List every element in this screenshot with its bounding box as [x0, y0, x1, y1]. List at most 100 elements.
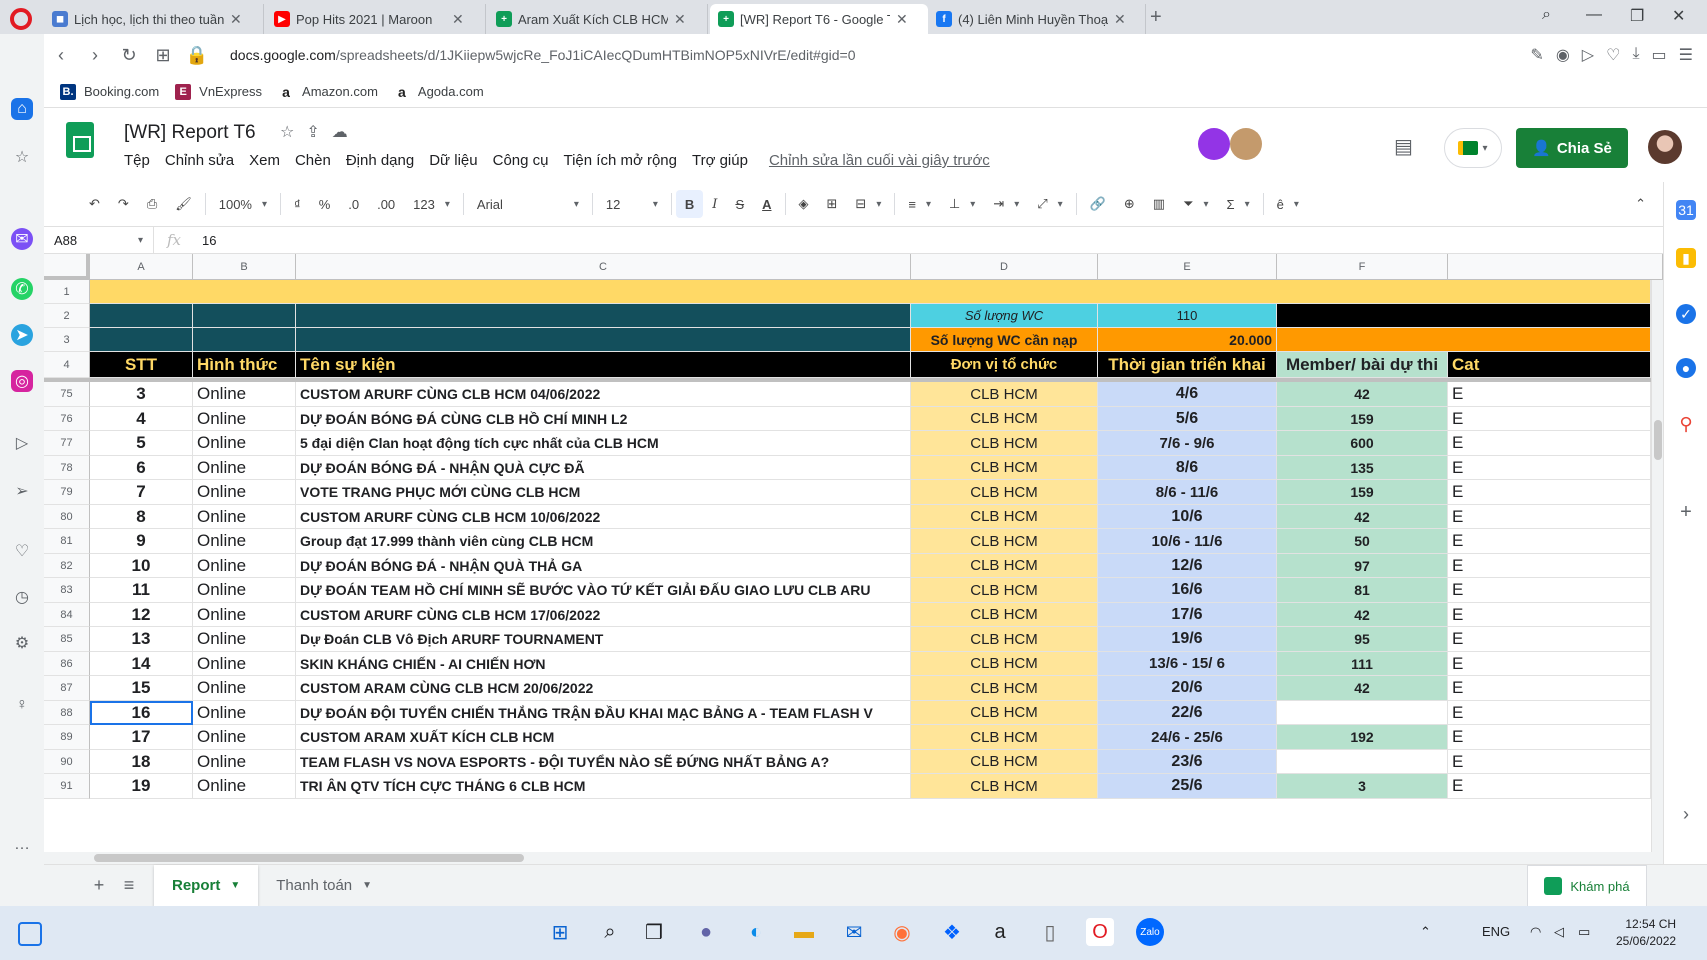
cloud-status-icon[interactable]: ☁ [332, 122, 348, 142]
vertical-scrollbar[interactable] [1651, 280, 1663, 852]
menu-item[interactable]: Dữ liệu [429, 152, 477, 169]
instagram-icon[interactable]: ◎ [11, 370, 33, 392]
collapse-toolbar-icon[interactable]: ⌃ [1626, 190, 1655, 218]
form-cell[interactable]: Online [193, 774, 296, 799]
category-cell[interactable]: E [1448, 676, 1651, 701]
cell[interactable] [1277, 304, 1651, 328]
row-header[interactable]: 4 [44, 352, 90, 378]
text-rotation-icon[interactable]: ⤢ [1028, 190, 1071, 218]
bookmark-item[interactable]: B. Booking.com [60, 83, 159, 100]
formula-input[interactable]: 16 [194, 233, 216, 248]
menu-item[interactable]: Công cụ [493, 152, 549, 169]
close-tab-icon[interactable]: ✕ [674, 11, 686, 28]
keep-icon[interactable]: ▮ [1676, 248, 1696, 268]
add-sheet-button[interactable]: + [84, 875, 114, 896]
member-cell[interactable]: 159 [1277, 480, 1448, 505]
row-header[interactable]: 84 [44, 603, 90, 627]
header-org[interactable]: Đơn vị tổ chức [911, 352, 1098, 378]
profile-avatar[interactable] [1648, 130, 1682, 164]
bookmark-item[interactable]: a Amazon.com [278, 83, 378, 100]
menu-item[interactable]: Trợ giúp [692, 152, 748, 169]
share-button[interactable]: 👤 Chia Sẻ [1516, 128, 1628, 168]
download-icon[interactable]: ⤓ [1632, 45, 1639, 65]
forward-icon[interactable]: › [78, 45, 112, 66]
back-icon[interactable]: ‹ [44, 45, 78, 66]
header-member[interactable]: Member/ bài dự thi [1277, 352, 1448, 378]
category-cell[interactable]: E [1448, 456, 1651, 480]
comment-history-icon[interactable]: ▤ [1394, 134, 1413, 159]
menu-item[interactable]: Tiện ích mở rộng [563, 152, 677, 169]
speed-dial-icon[interactable]: ☆ [11, 146, 33, 168]
row-header[interactable]: 83 [44, 578, 90, 603]
task-view-icon[interactable]: ❒ [640, 918, 668, 946]
tab-report[interactable]: Report ▼ [154, 864, 259, 907]
start-icon[interactable]: ⊞ [546, 918, 574, 946]
mail-icon[interactable]: ✉ [840, 918, 868, 946]
member-cell[interactable]: 42 [1277, 676, 1448, 701]
stt-cell[interactable]: 5 [90, 431, 193, 456]
zalo-icon[interactable]: Zalo [1136, 918, 1164, 946]
fill-color-icon[interactable]: ◈ [790, 190, 818, 218]
row-header[interactable]: 89 [44, 725, 90, 750]
org-cell[interactable]: CLB HCM [911, 431, 1098, 456]
close-window-button[interactable]: ✕ [1672, 6, 1685, 26]
maps-icon[interactable]: ⚲ [1676, 414, 1696, 434]
filter-icon[interactable]: ⏷ [1174, 190, 1217, 218]
font-select[interactable]: Arial [468, 190, 588, 218]
event-cell[interactable]: CUSTOM ARAM XUẤT KÍCH CLB HCM [296, 725, 911, 750]
volume-icon[interactable]: ◁ [1554, 924, 1564, 940]
cell[interactable] [296, 304, 911, 328]
header-form[interactable]: Hình thức [193, 352, 296, 378]
tasks-icon[interactable]: ✓ [1676, 304, 1696, 324]
contacts-icon[interactable]: ● [1676, 358, 1696, 378]
org-cell[interactable]: CLB HCM [911, 505, 1098, 529]
search-icon[interactable]: ⌕ [596, 918, 624, 946]
event-cell[interactable]: DỰ ĐOÁN ĐỘI TUYỂN CHIẾN THẮNG TRẬN ĐẦU K… [296, 701, 911, 725]
wifi-icon[interactable]: ◠ [1530, 924, 1541, 940]
org-cell[interactable]: CLB HCM [911, 701, 1098, 725]
home-icon[interactable]: ⌂ [11, 98, 33, 120]
name-box[interactable]: A88 ▾ [44, 227, 154, 253]
time-cell[interactable]: 12/6 [1098, 554, 1277, 578]
member-cell[interactable] [1277, 750, 1448, 774]
calendar-icon[interactable]: 31 [1676, 200, 1696, 220]
event-cell[interactable]: DỰ ĐOÁN BÓNG ĐÁ - NHẬN QUÀ THẢ GA [296, 554, 911, 578]
org-cell[interactable]: CLB HCM [911, 456, 1098, 480]
event-cell[interactable]: CUSTOM ARURF CÙNG CLB HCM 04/06/2022 [296, 382, 911, 407]
column-header[interactable]: C [296, 254, 911, 280]
form-cell[interactable]: Online [193, 725, 296, 750]
org-cell[interactable]: CLB HCM [911, 676, 1098, 701]
member-cell[interactable]: 192 [1277, 725, 1448, 750]
borders-icon[interactable]: ⊞ [818, 190, 847, 218]
search-tabs-icon[interactable]: ⌕ [1542, 6, 1551, 24]
row-header[interactable]: 90 [44, 750, 90, 774]
row-header[interactable]: 82 [44, 554, 90, 578]
header-cat[interactable]: Cat [1448, 352, 1651, 378]
sheets-logo-icon[interactable] [66, 122, 94, 158]
meet-button[interactable]: ▾ [1444, 128, 1502, 168]
star-icon[interactable]: ☆ [280, 122, 294, 142]
event-cell[interactable]: CUSTOM ARAM CÙNG CLB HCM 20/06/2022 [296, 676, 911, 701]
form-cell[interactable]: Online [193, 627, 296, 652]
menu-item[interactable]: Chèn [295, 152, 331, 169]
percent-format-button[interactable]: % [310, 190, 340, 218]
time-cell[interactable]: 23/6 [1098, 750, 1277, 774]
document-icon[interactable]: ▯ [1036, 918, 1064, 946]
member-cell[interactable]: 50 [1277, 529, 1448, 554]
time-cell[interactable]: 22/6 [1098, 701, 1277, 725]
browser-tab[interactable]: ◼ Lịch học, lịch thi theo tuần ✕ [44, 4, 264, 34]
org-cell[interactable]: CLB HCM [911, 382, 1098, 407]
time-cell[interactable]: 10/6 [1098, 505, 1277, 529]
form-cell[interactable]: Online [193, 456, 296, 480]
column-header[interactable] [1448, 254, 1663, 280]
stt-cell[interactable]: 14 [90, 652, 193, 676]
time-cell[interactable]: 8/6 [1098, 456, 1277, 480]
org-cell[interactable]: CLB HCM [911, 554, 1098, 578]
category-cell[interactable]: E [1448, 505, 1651, 529]
cell[interactable] [1277, 328, 1651, 352]
form-cell[interactable]: Online [193, 407, 296, 431]
stt-cell[interactable]: 12 [90, 603, 193, 627]
font-size-select[interactable]: 12 [597, 190, 667, 218]
battery-icon[interactable]: ▭ [1578, 924, 1590, 940]
column-header[interactable]: D [911, 254, 1098, 280]
